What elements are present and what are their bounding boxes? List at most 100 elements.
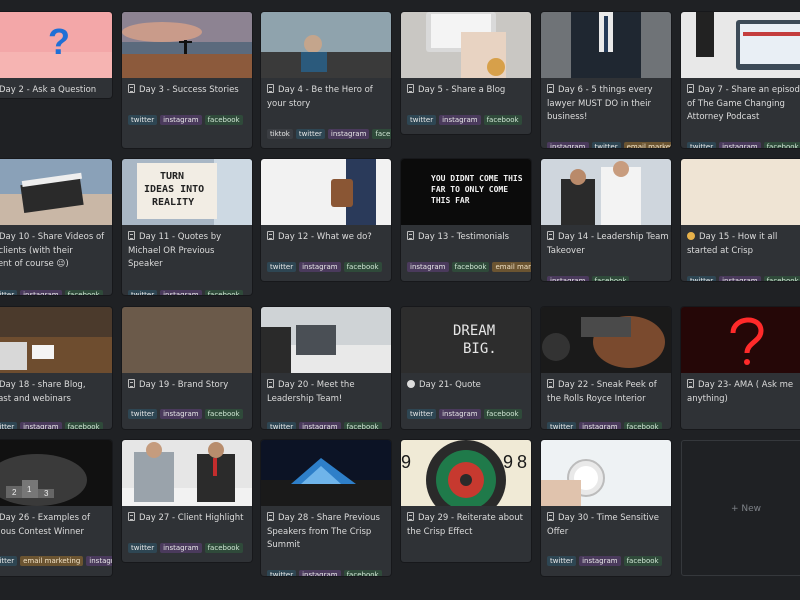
card-cover-image bbox=[122, 12, 252, 78]
tag-instagram: instagram bbox=[719, 142, 761, 148]
card-title-line: evious Contest Winner bbox=[0, 526, 84, 537]
page-icon bbox=[407, 84, 414, 93]
tag-facebook: facebook bbox=[763, 276, 800, 281]
gallery-card[interactable]: Day 5 - Share a Blog twitter instagram face… bbox=[401, 12, 531, 134]
card-title-line: Day 29 - Reiterate about bbox=[418, 513, 523, 523]
card-title: Day 3 - Success Stories bbox=[128, 84, 252, 98]
card-cover-image: ? bbox=[0, 12, 112, 78]
card-title-line: Attorney Podcast bbox=[687, 112, 760, 122]
card-title: Day 28 - Share Previous Speakers from The… bbox=[267, 512, 391, 553]
card-title: Day 22 - Sneak Peek of the Rolls Royce In… bbox=[547, 379, 671, 406]
tag-twitter: twitter bbox=[547, 556, 577, 566]
tag-instagram: instagram bbox=[299, 262, 341, 272]
gallery-card[interactable]: DREAM BIG. Day 21- Quote twitter instagram fa… bbox=[401, 307, 531, 429]
card-title: Day 2 - Ask a Question bbox=[0, 84, 112, 98]
gallery-card[interactable]: Day 14 - Leadership Team Takeover instagra… bbox=[541, 159, 671, 281]
card-title: Day 23- AMA ( Ask me anything) bbox=[687, 379, 800, 406]
gallery-card[interactable]: 9 9 8 Day 29 - Reiterate about the Crisp Eff… bbox=[401, 440, 531, 562]
card-tags: instagramtwitteremail marketing bbox=[547, 134, 671, 148]
card-title-line: Day 7 - Share an episode bbox=[698, 85, 800, 95]
card-title: Day 26 - Examples of evious Contest Winne… bbox=[0, 512, 112, 539]
tag-facebook: facebook bbox=[591, 276, 630, 281]
gallery-card[interactable]: Day 30 - Time Sensitive Offer twitter insta… bbox=[541, 440, 671, 576]
card-title-line: Day 22 - Sneak Peek of bbox=[558, 380, 657, 390]
gallery-card[interactable]: Day 12 - What we do? twitter instagram face… bbox=[261, 159, 391, 281]
tag-twitter: twitter bbox=[128, 290, 158, 295]
tag-instagram: instagram bbox=[327, 129, 370, 139]
card-tags: twitterinstagramfacebook bbox=[687, 134, 800, 148]
tag-instagram: instagram bbox=[20, 422, 62, 429]
gallery-card[interactable]: YOU DIDNT COME THIS FAR TO ONLY COME THIS … bbox=[401, 159, 531, 281]
tag-instagram: instagram bbox=[299, 570, 341, 576]
page-icon bbox=[547, 379, 554, 388]
tag-facebook: facebook bbox=[451, 262, 490, 272]
tag-twitter: twitter bbox=[0, 290, 18, 295]
gallery-card[interactable]: TURN IDEAS INTO REALITY Day 11 - Quotes by M… bbox=[122, 159, 252, 295]
clock-icon bbox=[407, 380, 415, 388]
tag-facebook: facebook bbox=[204, 290, 243, 295]
gallery-card[interactable]: Day 19 - Brand Story twitter instagram face… bbox=[122, 307, 252, 429]
card-title-line: st clients (with their bbox=[0, 245, 73, 256]
card-tags: twitterinstagramfacebook bbox=[687, 268, 800, 281]
page-icon bbox=[128, 231, 135, 240]
gallery-card[interactable]: Day 10 - Share Videos of st clients (with… bbox=[0, 159, 112, 295]
card-cover-image: 998 bbox=[401, 440, 531, 506]
gallery-card[interactable]: Day 6 - 5 things every lawyer MUST DO in … bbox=[541, 12, 671, 148]
gallery-card[interactable]: Day 7 - Share an episode of The Game Chan… bbox=[681, 12, 800, 148]
card-title-line: Day 20 - Meet the bbox=[278, 380, 355, 390]
tag-facebook: facebook bbox=[623, 556, 662, 566]
gallery-card[interactable]: Day 15 - How it all started at Crisp twitt… bbox=[681, 159, 800, 281]
page-icon bbox=[547, 512, 554, 521]
gallery-card[interactable]: 213 Day 26 - Examples of evious Contest Wi… bbox=[0, 440, 112, 576]
gallery-card[interactable]: Day 20 - Meet the Leadership Team! twitter… bbox=[261, 307, 391, 429]
gallery-card[interactable]: Day 3 - Success Stories twitter instagram f… bbox=[122, 12, 252, 148]
tag-facebook: facebook bbox=[343, 422, 382, 429]
tag-facebook: facebook bbox=[483, 115, 522, 125]
card-tags: twitterinstagramfacebook bbox=[128, 401, 246, 420]
card-title: Day 19 - Brand Story bbox=[128, 379, 252, 393]
tag-instagram: instagram bbox=[20, 290, 62, 295]
card-title: Day 4 - Be the Hero of your story bbox=[267, 84, 391, 111]
tag-instagram: instagram bbox=[299, 422, 341, 429]
card-tags: twitterinstagramfacebook bbox=[547, 548, 665, 567]
card-cover-image bbox=[541, 12, 671, 78]
tag-twitter: twitter bbox=[0, 422, 18, 429]
new-card-button[interactable]: + New bbox=[681, 440, 800, 576]
card-title-line: dcast and webinars bbox=[0, 393, 71, 404]
card-tags: twitterinstagramfacebook bbox=[267, 414, 385, 429]
card-title-line: Day 11 - Quotes by bbox=[139, 232, 222, 242]
card-title-line: Day 6 - 5 things every bbox=[558, 85, 653, 95]
tag-email-marketing: email marketing bbox=[623, 142, 671, 148]
gallery-card[interactable]: Day 18 - share Blog, dcast and webinars tw… bbox=[0, 307, 112, 429]
card-title: Day 21- Quote bbox=[407, 379, 531, 393]
card-title-line: Day 30 - Time Sensitive bbox=[558, 513, 660, 523]
tag-instagram: instagram bbox=[160, 409, 202, 419]
gallery-board: ? Day 2 - Ask a Question instagram email ma… bbox=[0, 0, 800, 600]
card-tags: twitterinstagramfacebook bbox=[267, 562, 385, 576]
page-icon bbox=[128, 512, 135, 521]
card-title-line: Day 21- Quote bbox=[419, 380, 481, 390]
page-icon bbox=[128, 84, 135, 93]
page-icon bbox=[267, 231, 274, 240]
gallery-card[interactable]: Day 27 - Client Highlight twitter instagra… bbox=[122, 440, 252, 562]
page-icon bbox=[267, 379, 274, 388]
gallery-card[interactable]: Day 28 - Share Previous Speakers from The… bbox=[261, 440, 391, 576]
tag-instagram: instagram bbox=[579, 556, 621, 566]
tag-instagram: instagram bbox=[547, 276, 589, 281]
gallery-card[interactable]: Day 4 - Be the Hero of your story tiktok tw… bbox=[261, 12, 391, 148]
card-title-line: Leadership Team! bbox=[267, 393, 343, 404]
tag-facebook: facebook bbox=[763, 142, 800, 148]
card-cover-image: TURN IDEAS INTO REALITY bbox=[122, 159, 252, 225]
gallery-card[interactable]: Day 22 - Sneak Peek of the Rolls Royce In… bbox=[541, 307, 671, 429]
page-icon bbox=[687, 379, 694, 388]
card-cover-image bbox=[261, 159, 391, 225]
gallery-card[interactable]: ?Day 2 - Ask a Questioninstagramemail ma… bbox=[0, 12, 112, 98]
gallery-card[interactable]: Day 23- AMA ( Ask me anything) bbox=[681, 307, 800, 429]
tag-facebook: facebook bbox=[64, 290, 103, 295]
card-tags: twitterinstagramfacebook bbox=[547, 414, 665, 429]
card-title-line: Speaker bbox=[128, 259, 163, 269]
card-title-line: Day 14 - Leadership Team bbox=[558, 232, 669, 242]
tag-twitter: twitter bbox=[128, 115, 158, 125]
svg-text:?: ? bbox=[48, 21, 70, 62]
tag-instagram: instagram bbox=[160, 115, 202, 125]
